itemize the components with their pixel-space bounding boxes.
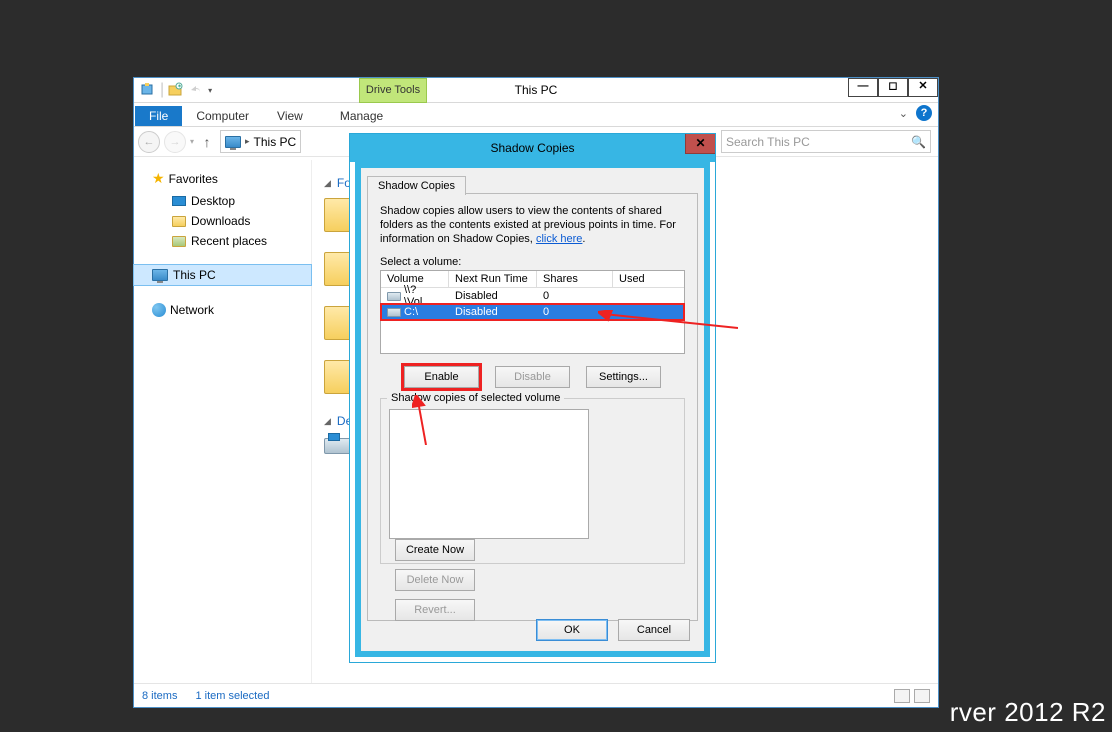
search-icon: 🔍 xyxy=(911,135,926,149)
create-now-button[interactable]: Create Now xyxy=(395,539,475,561)
pc-icon xyxy=(225,136,241,148)
window-controls: — ◻ ✕ xyxy=(848,78,938,97)
status-selected: 1 item selected xyxy=(195,690,269,702)
close-button[interactable]: ✕ xyxy=(908,78,938,97)
network-icon xyxy=(152,303,166,317)
shadow-copies-list[interactable] xyxy=(389,409,589,539)
nav-downloads[interactable]: Downloads xyxy=(134,211,311,231)
dialog-close-button[interactable]: ✕ xyxy=(685,134,715,154)
star-icon: ★ xyxy=(152,170,165,187)
revert-button: Revert... xyxy=(395,599,475,621)
chevron-down-icon: ◢ xyxy=(324,416,331,427)
desktop-icon xyxy=(172,196,186,206)
view-details-button[interactable] xyxy=(894,689,910,703)
dialog-title-bar: Shadow Copies ✕ xyxy=(350,134,715,162)
folder-icon xyxy=(172,216,186,227)
forward-button: → xyxy=(164,131,186,153)
nav-network[interactable]: Network xyxy=(134,299,311,321)
maximize-button[interactable]: ◻ xyxy=(878,78,908,97)
back-button[interactable]: ← xyxy=(138,131,160,153)
shadow-copies-dialog: Shadow Copies ✕ Shadow Copies Shadow cop… xyxy=(349,133,716,663)
enable-button[interactable]: Enable xyxy=(404,366,479,388)
window-title: This PC xyxy=(134,78,938,103)
drive-icon xyxy=(387,308,401,317)
history-dropdown-icon[interactable]: ▾ xyxy=(190,137,194,146)
context-tab-drive-tools[interactable]: Drive Tools xyxy=(359,78,427,103)
dialog-description: Shadow copies allow users to view the co… xyxy=(380,204,685,246)
minimize-button[interactable]: — xyxy=(848,78,878,97)
col-used[interactable]: Used xyxy=(613,271,684,287)
tab-shadow-copies[interactable]: Shadow Copies xyxy=(367,176,466,195)
nav-desktop[interactable]: Desktop xyxy=(134,191,311,211)
status-count: 8 items xyxy=(142,690,177,702)
select-volume-label: Select a volume: xyxy=(380,256,685,268)
nav-favorites[interactable]: ★Favorites xyxy=(134,166,311,191)
quick-access-toolbar: | ✶ ▾ xyxy=(134,78,216,102)
nav-pane: ★Favorites Desktop Downloads Recent plac… xyxy=(134,160,312,683)
view-icons-button[interactable] xyxy=(914,689,930,703)
search-placeholder: Search This PC xyxy=(726,135,810,149)
ok-button[interactable]: OK xyxy=(536,619,608,641)
chevron-down-icon: ◢ xyxy=(324,178,331,189)
breadcrumb-label: This PC xyxy=(254,135,297,149)
help-icon[interactable]: ? xyxy=(916,105,932,121)
drive-icon xyxy=(387,292,401,301)
volume-list: Volume Next Run Time Shares Used \\?\Vol… xyxy=(380,270,685,354)
ribbon-tabs: File Computer View Manage ⌄ ? xyxy=(134,103,938,127)
delete-now-button: Delete Now xyxy=(395,569,475,591)
new-folder-icon[interactable]: ✶ xyxy=(168,82,184,98)
groupbox-label: Shadow copies of selected volume xyxy=(387,392,564,404)
tab-view[interactable]: View xyxy=(263,106,317,126)
nav-this-pc[interactable]: This PC xyxy=(134,265,311,285)
col-next-run[interactable]: Next Run Time xyxy=(449,271,537,287)
tab-computer[interactable]: Computer xyxy=(182,106,263,126)
shadow-copies-groupbox: Shadow copies of selected volume Create … xyxy=(380,398,685,564)
tab-manage[interactable]: Manage xyxy=(326,106,397,126)
tab-panel: Shadow copies allow users to view the co… xyxy=(367,193,698,621)
col-shares[interactable]: Shares xyxy=(537,271,613,287)
title-bar: | ✶ ▾ Drive Tools This PC — ◻ ✕ xyxy=(134,78,938,103)
tab-file[interactable]: File xyxy=(135,106,182,126)
status-bar: 8 items 1 item selected xyxy=(134,683,938,707)
volume-row-selected[interactable]: C:\ Disabled 0 xyxy=(381,304,684,320)
disable-button: Disable xyxy=(495,366,570,388)
ribbon-collapse-icon[interactable]: ⌄ xyxy=(899,107,908,120)
desktop-watermark: rver 2012 R2 xyxy=(950,697,1106,728)
recent-icon xyxy=(172,236,186,247)
dialog-title: Shadow Copies xyxy=(350,141,715,155)
link-click-here[interactable]: click here xyxy=(536,233,582,245)
volume-row[interactable]: \\?\Vol... Disabled 0 xyxy=(381,288,684,304)
pc-icon xyxy=(152,269,168,281)
cancel-button[interactable]: Cancel xyxy=(618,619,690,641)
svg-text:✶: ✶ xyxy=(177,83,182,90)
undo-icon xyxy=(188,82,204,98)
properties-icon[interactable] xyxy=(140,82,156,98)
up-button[interactable]: ↑ xyxy=(198,134,216,150)
settings-button[interactable]: Settings... xyxy=(586,366,661,388)
search-input[interactable]: Search This PC 🔍 xyxy=(721,130,931,153)
nav-recent[interactable]: Recent places xyxy=(134,231,311,251)
qat-dropdown-icon[interactable]: ▾ xyxy=(208,86,216,95)
breadcrumb[interactable]: ▸ This PC xyxy=(220,130,301,153)
